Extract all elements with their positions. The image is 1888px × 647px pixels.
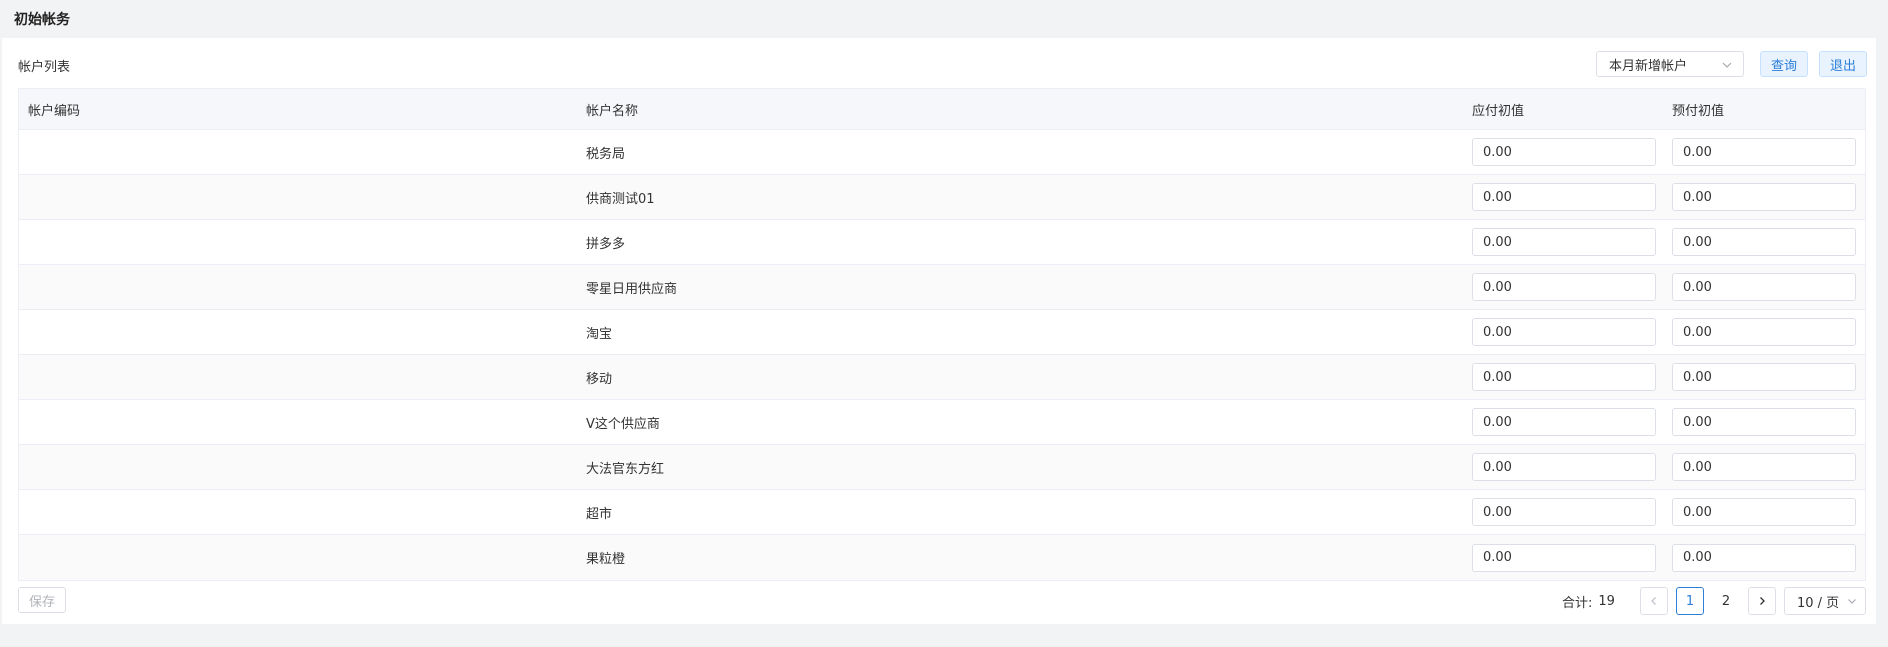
account-name: 果粒橙 — [586, 552, 626, 567]
page-size-select[interactable]: 10 / 页 — [1784, 587, 1866, 615]
table-row: 供商测试01 — [19, 175, 1865, 220]
payable-input[interactable] — [1472, 363, 1656, 391]
prepaid-input[interactable] — [1672, 453, 1856, 481]
payable-input[interactable] — [1472, 273, 1656, 301]
next-page-button[interactable] — [1748, 587, 1776, 615]
payable-input[interactable] — [1472, 318, 1656, 346]
main-card: 帐户列表 本月新增帐户 查询 退出 帐户编码 帐户名称 应付初值 预付初值 税务… — [2, 38, 1876, 624]
list-title: 帐户列表 — [18, 60, 71, 75]
payable-input[interactable] — [1472, 543, 1656, 572]
prepaid-input[interactable] — [1672, 273, 1856, 301]
account-name: 移动 — [586, 371, 613, 387]
page-1-button[interactable]: 1 — [1676, 587, 1704, 615]
payable-input[interactable] — [1472, 498, 1656, 526]
column-header-name: 帐户名称 — [586, 103, 639, 119]
payable-input[interactable] — [1472, 183, 1656, 211]
chevron-down-icon — [1848, 599, 1856, 604]
save-button[interactable]: 保存 — [18, 587, 66, 613]
account-name: 淘宝 — [586, 326, 613, 342]
table-row: 拼多多 — [19, 220, 1865, 265]
prepaid-input[interactable] — [1672, 498, 1856, 526]
payable-input[interactable] — [1472, 138, 1656, 166]
account-name: 供商测试01 — [586, 191, 655, 207]
account-name: 税务局 — [586, 146, 626, 162]
payable-input[interactable] — [1472, 228, 1656, 256]
accounts-table: 帐户编码 帐户名称 应付初值 预付初值 税务局 供商测试01 拼多多 零星日用供… — [18, 88, 1866, 581]
prepaid-input[interactable] — [1672, 228, 1856, 256]
table-row: 移动 — [19, 355, 1865, 400]
chevron-right-icon — [1760, 597, 1765, 605]
table-row: V这个供应商 — [19, 400, 1865, 445]
table-row: 淘宝 — [19, 310, 1865, 355]
prepaid-input[interactable] — [1672, 543, 1856, 572]
chevron-left-icon — [1651, 597, 1656, 605]
filter-select-value: 本月新增帐户 — [1609, 58, 1688, 74]
payable-input[interactable] — [1472, 453, 1656, 481]
table-row: 超市 — [19, 490, 1865, 535]
prepaid-input[interactable] — [1672, 408, 1856, 436]
prepaid-input[interactable] — [1672, 138, 1856, 166]
table-header: 帐户编码 帐户名称 应付初值 预付初值 — [19, 89, 1865, 130]
column-header-prepaid: 预付初值 — [1672, 103, 1725, 119]
total-label: 合计: — [1562, 595, 1593, 611]
total-value: 19 — [1598, 593, 1615, 609]
toolbar: 帐户列表 本月新增帐户 查询 退出 — [2, 38, 1876, 88]
page-title: 初始帐务 — [0, 0, 1888, 38]
prev-page-button[interactable] — [1640, 587, 1668, 615]
payable-input[interactable] — [1472, 408, 1656, 436]
table-row: 零星日用供应商 — [19, 265, 1865, 310]
table-row: 果粒橙 — [19, 535, 1865, 580]
table-row: 大法官东方红 — [19, 445, 1865, 490]
account-name: 零星日用供应商 — [586, 281, 678, 297]
exit-button[interactable]: 退出 — [1819, 51, 1867, 77]
prepaid-input[interactable] — [1672, 183, 1856, 211]
account-name: 大法官东方红 — [586, 461, 665, 477]
account-name: V这个供应商 — [586, 416, 660, 432]
chevron-down-icon — [1722, 62, 1732, 68]
page-size-value: 10 / 页 — [1797, 595, 1840, 611]
account-name: 超市 — [586, 506, 613, 522]
column-header-code: 帐户编码 — [28, 103, 81, 119]
table-footer: 保存 合计: 19 1 2 10 / 页 — [2, 578, 1876, 624]
account-name: 拼多多 — [586, 236, 626, 252]
pagination-total: 合计: 19 — [1562, 587, 1615, 615]
query-button[interactable]: 查询 — [1760, 51, 1808, 77]
prepaid-input[interactable] — [1672, 318, 1856, 346]
page-2-button[interactable]: 2 — [1712, 587, 1740, 615]
filter-select[interactable]: 本月新增帐户 — [1596, 51, 1744, 77]
column-header-payable: 应付初值 — [1472, 103, 1525, 119]
prepaid-input[interactable] — [1672, 363, 1856, 391]
table-row: 税务局 — [19, 130, 1865, 175]
page-title-text: 初始帐务 — [14, 12, 70, 28]
